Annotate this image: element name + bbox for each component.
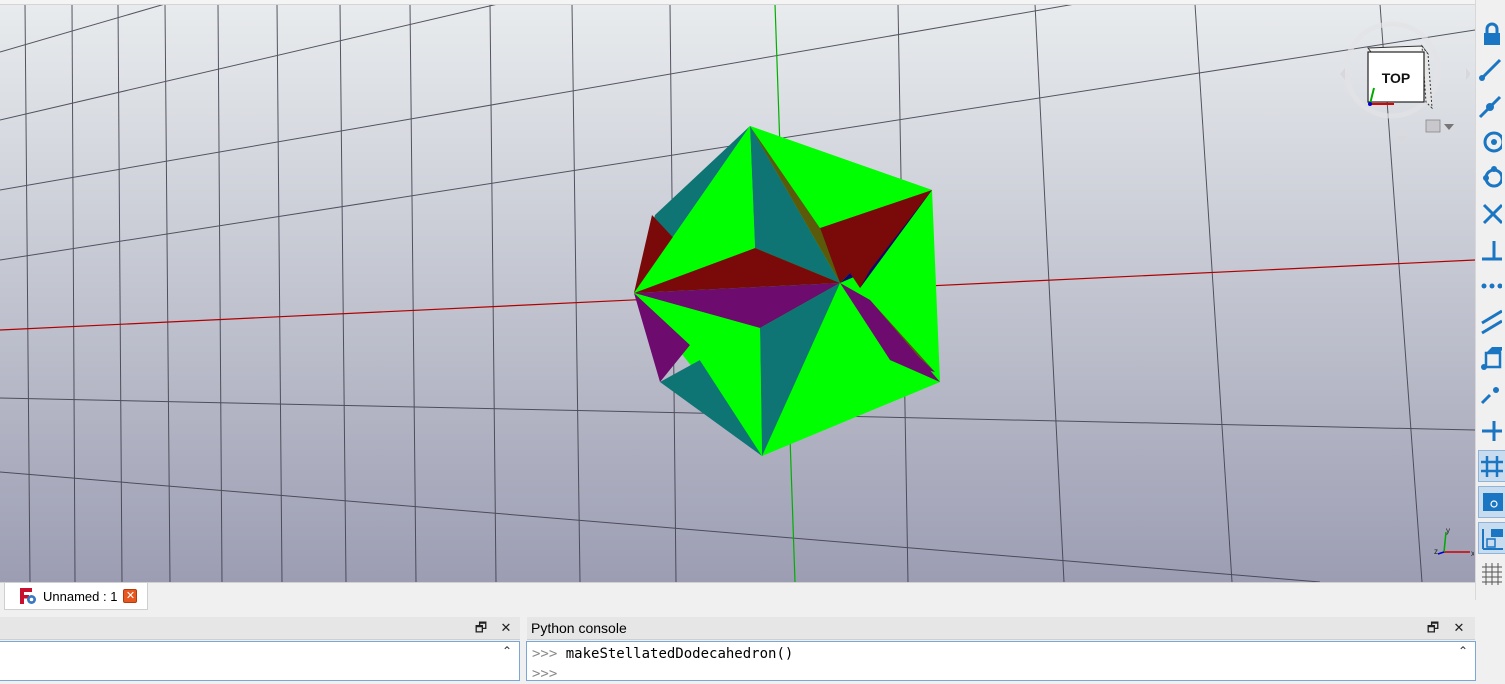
line-icon[interactable]: [1478, 53, 1505, 85]
rotate-down-icon: [1396, 136, 1408, 142]
document-tab-label: Unnamed : 1: [43, 588, 118, 604]
draft-snap-toolbar: [1475, 0, 1505, 600]
python-console-title: Python console: [531, 620, 627, 636]
float-panel-icon[interactable]: 🗗: [1425, 620, 1441, 636]
perpendicular-icon[interactable]: [1478, 234, 1505, 266]
plus-icon[interactable]: [1478, 414, 1505, 446]
navigation-cube[interactable]: TOP: [1340, 18, 1471, 148]
dashed-icon[interactable]: [1478, 378, 1505, 410]
scroll-up-icon[interactable]: ⌃: [499, 644, 515, 662]
dots-icon[interactable]: [1478, 270, 1505, 302]
rotate-right-icon: [1466, 68, 1471, 80]
axis-indicator: x y z: [1432, 524, 1475, 560]
dimension-icon[interactable]: [1478, 522, 1505, 554]
close-icon[interactable]: ✕: [123, 589, 138, 603]
snap-icon[interactable]: [1478, 162, 1505, 194]
scene-canvas[interactable]: [0, 0, 1475, 582]
close-panel-icon[interactable]: ✕: [498, 620, 514, 636]
grid-pattern-icon[interactable]: [1478, 558, 1505, 590]
svg-text:z: z: [1434, 547, 1438, 556]
3d-viewport[interactable]: TOP x y z: [0, 0, 1475, 582]
view-menu-icon: [1425, 119, 1441, 133]
chevron-down-icon: [1444, 124, 1454, 130]
working-plane-icon[interactable]: [1478, 486, 1505, 518]
python-console-input[interactable]: >>> makeStellatedDodecahedron() >>> ⌃: [526, 641, 1476, 682]
console-line: >>> makeStellatedDodecahedron(): [532, 646, 794, 662]
left-panel-header: 🗗 ✕: [0, 617, 520, 640]
scroll-up-icon[interactable]: ⌃: [1455, 644, 1471, 662]
cross-icon[interactable]: [1478, 198, 1505, 230]
svg-text:x: x: [1471, 549, 1474, 558]
navcube-face-label: TOP: [1382, 70, 1411, 86]
arc-icon[interactable]: [1478, 90, 1505, 122]
freecad-logo-icon: [19, 587, 37, 605]
top-strip: [0, 0, 1475, 5]
circle-icon[interactable]: [1478, 126, 1505, 158]
rotate-left-icon: [1340, 68, 1345, 80]
document-tab[interactable]: Unnamed : 1 ✕: [4, 583, 149, 610]
python-console-header: Python console 🗗 ✕: [527, 617, 1475, 640]
svg-text:y: y: [1446, 526, 1450, 535]
parallel-icon[interactable]: [1478, 306, 1505, 338]
grid-icon[interactable]: [1478, 450, 1505, 482]
float-panel-icon[interactable]: 🗗: [473, 620, 489, 636]
lock-icon[interactable]: [1478, 18, 1505, 50]
left-panel-body[interactable]: ⌃: [0, 641, 520, 681]
box-icon[interactable]: [1478, 342, 1505, 374]
document-tab-bar: Unnamed : 1 ✕: [0, 582, 1475, 613]
close-panel-icon[interactable]: ✕: [1451, 620, 1467, 636]
console-line: >>>: [532, 666, 558, 682]
stellated-dodecahedron[interactable]: [634, 126, 940, 456]
